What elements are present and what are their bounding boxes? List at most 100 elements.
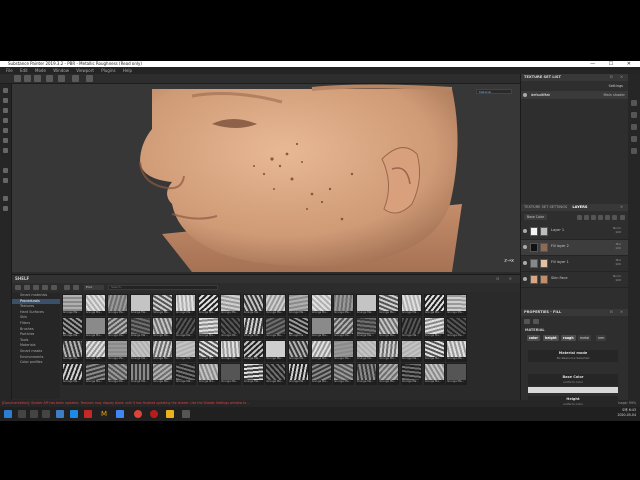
shelf-thumbnail[interactable]: Grunge Ma...: [401, 363, 422, 385]
picker-icon[interactable]: [3, 148, 8, 153]
shelf-thumbnail[interactable]: Grunge Ma...: [84, 340, 106, 362]
display-icon[interactable]: [3, 178, 8, 183]
shelf-thumbnail[interactable]: Grunge Ma...: [84, 363, 106, 385]
shelf-thumbnail[interactable]: Grunge Ma...: [265, 294, 287, 316]
shelf-thumbnail[interactable]: Grunge Ma...: [129, 340, 151, 362]
shelf-thumbnail[interactable]: Grunge Ma...: [423, 340, 445, 362]
layers-icon[interactable]: [3, 206, 8, 211]
shelf-thumbnail[interactable]: Grunge Ma...: [378, 317, 400, 339]
shelf-thumbnail[interactable]: Grunge Ma...: [175, 294, 196, 316]
symmetry-icon[interactable]: [46, 75, 53, 82]
shelf-controls[interactable]: ⊟ ✕: [496, 275, 516, 283]
shelf-thumbnail[interactable]: Grunge Ma...: [107, 363, 129, 385]
shelf-thumbnail[interactable]: Grunge Ma...: [265, 340, 287, 362]
eye-icon[interactable]: [523, 277, 527, 281]
shelf-thumbnail[interactable]: Grunge Ma...: [401, 294, 422, 316]
shelf-thumbnail[interactable]: Grunge Ma...: [84, 294, 106, 316]
search-icon[interactable]: [18, 410, 26, 418]
layer-row[interactable]: Fill layer 2 Mul 100: [521, 240, 629, 256]
camera-icon[interactable]: [58, 75, 65, 82]
smudge-icon[interactable]: [3, 128, 8, 133]
list-icon[interactable]: [73, 285, 79, 290]
shelf-thumbnail[interactable]: Grunge Ma...: [446, 317, 468, 339]
shader-settings-icon[interactable]: [631, 124, 637, 130]
shelf-thumbnail[interactable]: Grunge Ma...: [220, 340, 242, 362]
shelf-thumbnail[interactable]: Grunge Ma...: [288, 340, 309, 362]
shelf-search-input[interactable]: [108, 285, 218, 290]
folder-icon[interactable]: [15, 285, 21, 290]
shelf-thumbnail[interactable]: Grunge Ma...: [84, 317, 106, 339]
layer-row[interactable]: Layer 1 Norm 100: [521, 224, 629, 240]
app-icon-1[interactable]: [42, 410, 50, 418]
menu-viewport[interactable]: Viewport: [76, 68, 94, 73]
shelf-thumbnail[interactable]: Grunge Ma...: [107, 317, 129, 339]
shelf-thumbnail[interactable]: Grunge Ma...: [175, 317, 196, 339]
material-icon[interactable]: [524, 319, 530, 324]
shelf-thumbnail[interactable]: Grunge Ma...: [265, 317, 287, 339]
eye-icon[interactable]: [523, 261, 527, 265]
shelf-thumbnail[interactable]: Grunge Ma...: [401, 317, 422, 339]
layer-blend[interactable]: Norm 100: [613, 226, 621, 234]
channel-metal-button[interactable]: metal: [578, 335, 592, 341]
shelf-thumbnail[interactable]: Grunge Ma...: [129, 317, 151, 339]
shelf-thumbnail[interactable]: Grunge Ma...: [423, 317, 445, 339]
tab-texture-set-settings[interactable]: TEXTURE SET SETTINGS: [524, 205, 567, 209]
texture-set-icon[interactable]: [631, 100, 637, 106]
channel-select[interactable]: Base Color: [524, 214, 548, 220]
paint-brush-icon[interactable]: [3, 88, 8, 93]
chrome-icon[interactable]: [134, 410, 142, 418]
shelf-thumbnail[interactable]: Grunge Ma...: [446, 363, 468, 385]
shelf-thumbnail[interactable]: Grunge Ma...: [175, 340, 196, 362]
bake-icon[interactable]: [3, 168, 8, 173]
shelf-icon[interactable]: [3, 196, 8, 201]
layer-blend[interactable]: Mul 100: [615, 258, 621, 266]
explorer-icon[interactable]: [56, 410, 64, 418]
shelf-thumbnail[interactable]: Grunge Ma...: [152, 317, 174, 339]
menu-file[interactable]: File: [6, 68, 13, 73]
layer-blend[interactable]: Mul 100: [615, 242, 621, 250]
shelf-thumbnail[interactable]: Grunge Ma...: [152, 294, 174, 316]
shelf-thumbnail[interactable]: Grunge Ma...: [129, 294, 151, 316]
shelf-thumbnail[interactable]: Grunge Ma...: [220, 294, 242, 316]
viewport-mode-select[interactable]: Material: [476, 89, 512, 94]
duplicate-icon[interactable]: [612, 215, 617, 220]
shelf-thumbnail[interactable]: Grunge Ma...: [62, 294, 83, 316]
layer-row[interactable]: Fill layer 1 Mul 100: [521, 256, 629, 272]
settings-icon[interactable]: [72, 75, 79, 82]
sphere-icon[interactable]: [533, 319, 539, 324]
redo-icon[interactable]: [34, 75, 41, 82]
shelf-thumbnail[interactable]: Grunge Ma...: [242, 340, 264, 362]
base-color-swatch[interactable]: [528, 387, 618, 393]
render-icon[interactable]: [86, 75, 93, 82]
shelf-thumbnail[interactable]: Grunge Ma...: [310, 363, 332, 385]
system-tray[interactable]: 오후 6:43 2020-05-04: [617, 408, 636, 418]
add-folder-icon[interactable]: [605, 215, 610, 220]
shelf-thumbnail[interactable]: Grunge Ma...: [220, 317, 242, 339]
shelf-thumbnail[interactable]: Grunge Ma...: [355, 294, 377, 316]
shelf-thumbnail[interactable]: Grunge Ma...: [423, 294, 445, 316]
tab-layers[interactable]: LAYERS: [572, 205, 587, 209]
filter-icon[interactable]: [64, 285, 70, 290]
menu-mode[interactable]: Mode: [35, 68, 46, 73]
3d-viewport[interactable]: Material z→x: [12, 84, 520, 272]
shelf-thumbnail[interactable]: Grunge Ma...: [242, 363, 264, 385]
shelf-thumbnail[interactable]: Grunge Ma...: [62, 340, 83, 362]
shelf-thumbnail[interactable]: Grunge Ma...: [242, 317, 264, 339]
shelf-category-item[interactable]: Color profiles: [12, 360, 60, 366]
layer-blend[interactable]: Norm 100: [613, 274, 621, 282]
menu-plugins[interactable]: Plugins: [101, 68, 115, 73]
shelf-thumbnail[interactable]: Grunge Ma...: [220, 363, 242, 385]
shelf-thumbnail[interactable]: Grunge Ma...: [310, 294, 332, 316]
shelf-thumbnail[interactable]: Grunge Ma...: [107, 340, 129, 362]
shelf-thumbnail[interactable]: Grunge Ma...: [152, 340, 174, 362]
app-icon-2[interactable]: [70, 410, 78, 418]
shelf-thumbnail[interactable]: Grunge Ma...: [378, 294, 400, 316]
projection-icon[interactable]: [3, 108, 8, 113]
shelf-thumbnail[interactable]: Grunge Ma...: [378, 340, 400, 362]
shelf-thumbnail[interactable]: Grunge Ma...: [242, 294, 264, 316]
polygon-fill-icon[interactable]: [3, 118, 8, 123]
shelf-thumbnail[interactable]: Grunge Ma...: [62, 363, 83, 385]
app-icon-5[interactable]: [150, 410, 158, 418]
shelf-thumbnail[interactable]: Grunge Ma...: [333, 317, 355, 339]
app-icon-4[interactable]: [116, 410, 124, 418]
